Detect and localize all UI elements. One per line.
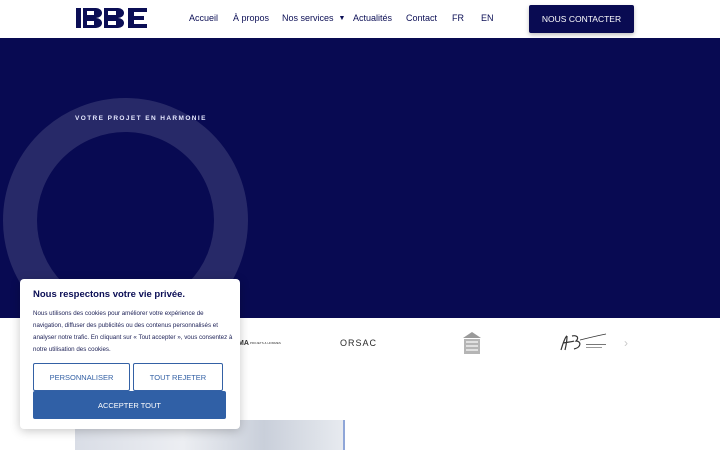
hb-signature-logo (560, 333, 607, 351)
customize-button[interactable]: PERSONNALISER (33, 363, 130, 391)
partner-logo-orsac: ORSAC (340, 318, 377, 368)
caret-down-icon: ▼ (338, 15, 346, 22)
nav-nos-services[interactable]: Nos services ▼ (282, 13, 345, 23)
partner-orsac-label: ORSAC (340, 338, 378, 348)
page: Accueil À propos Nos services ▼ Actualité… (0, 0, 720, 450)
hero-section: VOTRE PROJET EN HARMONIE (0, 38, 720, 318)
lang-fr[interactable]: FR (452, 13, 464, 23)
building-icon (463, 332, 481, 354)
accept-all-button[interactable]: ACCEPTER TOUT (33, 391, 226, 419)
nav-accueil[interactable]: Accueil (189, 13, 218, 23)
partner-logo-building (462, 318, 482, 368)
partner-ma-sub: PROJETS & HOMMES (249, 341, 281, 345)
lang-en[interactable]: EN (481, 13, 494, 23)
nav-nos-services-label: Nos services (282, 13, 334, 23)
cookie-description: Nous utilisons des cookies pour améliore… (33, 310, 233, 353)
cookie-consent-modal: Nous respectons votre vie privée. Nous u… (20, 279, 240, 429)
nav-actualites[interactable]: Actualités (353, 13, 392, 23)
site-header: Accueil À propos Nos services ▼ Actualité… (0, 0, 720, 38)
partner-logo-ma: MA PROJETS & HOMMES (238, 318, 281, 368)
contact-button[interactable]: NOUS CONTACTER (529, 5, 634, 33)
nav-contact[interactable]: Contact (406, 13, 437, 23)
cookie-title: Nous respectons votre vie privée. (33, 289, 186, 300)
photo-accent (343, 420, 345, 450)
partner-logo-hb (558, 318, 608, 368)
reject-all-button[interactable]: TOUT REJETER (133, 363, 223, 391)
carousel-next-icon[interactable]: › (624, 336, 628, 350)
nav-a-propos[interactable]: À propos (233, 13, 269, 23)
hero-tagline: VOTRE PROJET EN HARMONIE (75, 115, 207, 122)
